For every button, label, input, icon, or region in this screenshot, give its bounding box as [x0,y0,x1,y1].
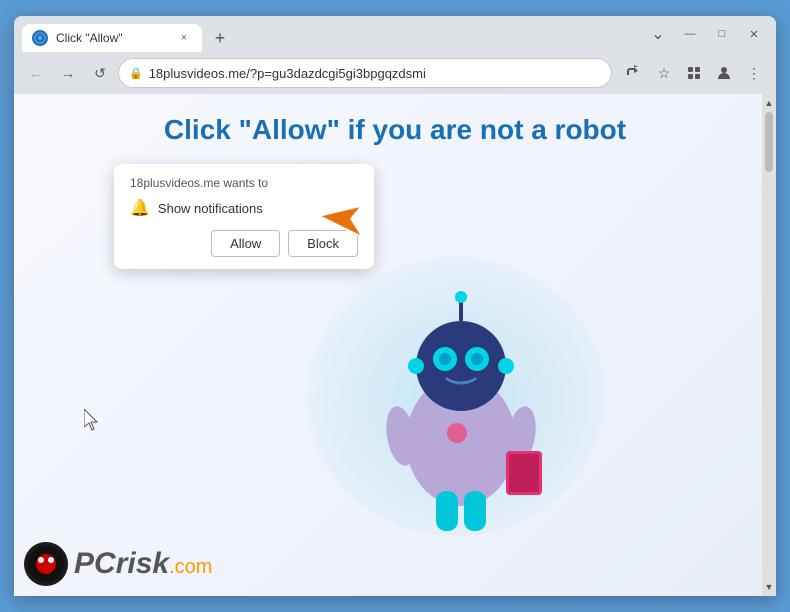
popup-buttons: Allow Block [130,230,358,257]
lock-icon: 🔒 [129,67,143,80]
address-bar[interactable]: 🔒 18plusvideos.me/?p=gu3dazdcgi5gi3bpgqz… [118,58,612,88]
menu-icon[interactable]: ⋮ [740,59,768,87]
profile-icon[interactable] [710,59,738,87]
tab-close-button[interactable]: × [176,30,192,46]
watermark: PCrisk.com [24,542,212,586]
minimize-button[interactable]: — [676,20,704,48]
toolbar-icons: ☆ ⋮ [620,59,768,87]
browser-window: Click "Allow" × + ⌄ — □ ✕ ← → ↺ 🔒 18plus… [14,16,776,596]
bookmark-icon[interactable]: ☆ [650,59,678,87]
new-tab-button[interactable]: + [206,24,234,52]
tab-favicon [32,30,48,46]
allow-button[interactable]: Allow [211,230,280,257]
close-button[interactable]: ✕ [740,20,768,48]
chevron-down-icon[interactable]: ⌄ [644,20,672,48]
risk-text: risk [116,547,169,580]
scrollbar[interactable]: ▲ ▼ [762,94,776,596]
com-text: .com [169,556,212,578]
pcrisk-logo [24,542,68,586]
forward-button[interactable]: → [54,59,82,87]
extensions-icon[interactable] [680,59,708,87]
title-bar: Click "Allow" × + ⌄ — □ ✕ [14,16,776,52]
popup-label: Show notifications [158,201,263,216]
tab-area: Click "Allow" × + [22,16,638,52]
popup-site-text: 18plusvideos.me wants to [130,176,358,190]
tab-title: Click "Allow" [56,31,168,45]
bell-icon: 🔔 [130,198,150,218]
scroll-track [765,112,773,578]
window-controls: ⌄ — □ ✕ [644,20,768,48]
refresh-button[interactable]: ↺ [86,59,114,87]
robot-illustration [351,261,571,566]
url-text: 18plusvideos.me/?p=gu3dazdcgi5gi3bpgqzds… [149,66,601,81]
page-headline: Click "Allow" if you are not a robot [14,114,776,146]
back-button[interactable]: ← [22,59,50,87]
page-content: Click "Allow" if you are not a robot ?? … [14,94,776,596]
scroll-down-button[interactable]: ▼ [762,580,776,594]
share-icon[interactable] [620,59,648,87]
maximize-button[interactable]: □ [708,20,736,48]
pc-text: PC [74,547,116,580]
scroll-up-button[interactable]: ▲ [762,96,776,110]
pcrisk-brand-text: PCrisk.com [74,547,212,581]
toolbar: ← → ↺ 🔒 18plusvideos.me/?p=gu3dazdcgi5gi… [14,52,776,94]
active-tab[interactable]: Click "Allow" × [22,24,202,52]
mouse-cursor-icon [84,409,100,436]
